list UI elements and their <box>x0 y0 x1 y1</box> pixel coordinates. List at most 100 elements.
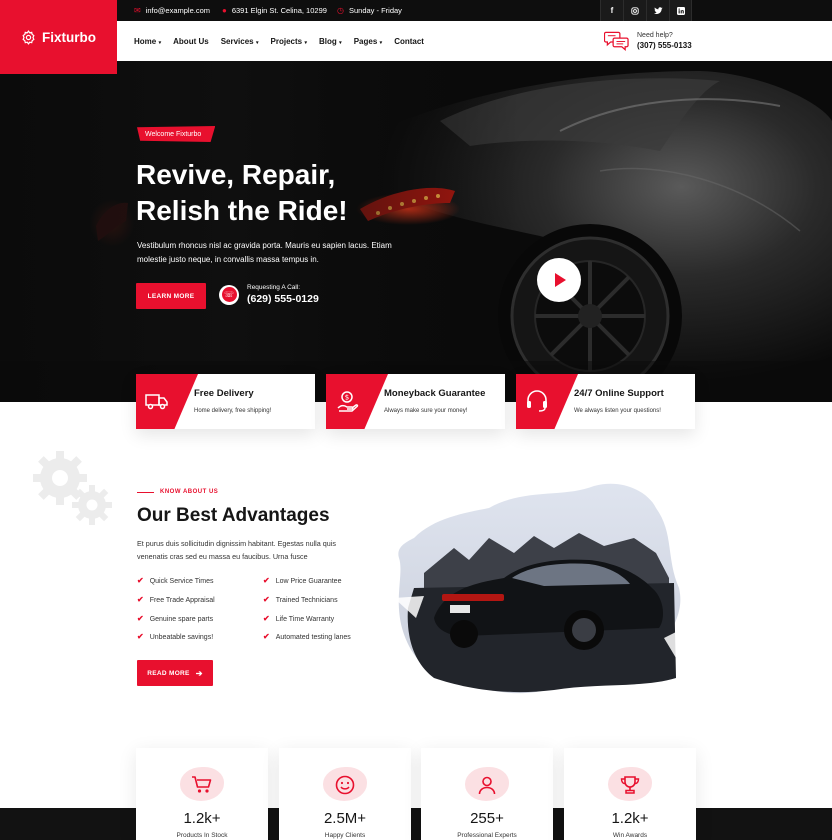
stat-card: 255+ Professional Experts <box>421 748 553 840</box>
nav-item-services-label: Services <box>220 36 254 46</box>
nav-item-blog-label: Blog <box>319 36 337 46</box>
topbar-email-text: info@example.com <box>145 6 211 15</box>
brand-name: Fixturbo <box>42 29 96 45</box>
stat-card: 1.2k+ Win Awards <box>564 748 696 840</box>
nav-item-pages[interactable]: Pages ▾ <box>354 37 382 46</box>
main-nav: Home ▾ About Us Services ▾ Projects ▾ Bl… <box>134 21 424 61</box>
play-video-button[interactable] <box>537 258 581 302</box>
nav-item-projects[interactable]: Projects ▾ <box>271 37 307 46</box>
check-item: ✔ Genuine spare parts <box>137 615 213 623</box>
nav-item-projects-label: Projects <box>270 36 303 46</box>
phone-icon: ☏ <box>221 287 237 302</box>
stat-value: 1.2k+ <box>183 810 221 827</box>
about-title: Our Best Advantages <box>137 505 330 526</box>
call-label: Requesting A Call: <box>247 284 301 291</box>
gears-decoration-icon <box>33 451 112 525</box>
gear-logo-icon <box>22 29 35 45</box>
location-pin-icon: ● <box>222 5 227 15</box>
hero-title-line2: Relish the Ride! <box>136 195 348 226</box>
stat-label: Happy Clients <box>324 832 366 839</box>
help-phone: (307) 555-0133 <box>637 41 692 50</box>
nav-item-contact[interactable]: Contact <box>394 37 424 46</box>
instagram-icon[interactable] <box>623 0 646 21</box>
check-item-label: Trained Technicians <box>275 596 338 604</box>
feature-title: Moneyback Guarantee <box>384 388 486 399</box>
double-check-icon: ✔ <box>263 576 270 585</box>
topbar-address: ● 6391 Elgin St. Celina, 10299 <box>222 0 327 21</box>
truck-icon <box>145 394 168 410</box>
headset-icon <box>527 390 547 412</box>
learn-more-button[interactable]: LEARN MORE <box>136 283 206 309</box>
facebook-icon[interactable]: f <box>600 0 623 21</box>
check-item-label: Automated testing lanes <box>275 633 351 641</box>
double-check-icon: ✔ <box>263 632 270 641</box>
feature-card: $ Moneyback Guarantee Always make sure y… <box>326 374 505 429</box>
check-item: ✔ Trained Technicians <box>263 596 338 604</box>
help-contact[interactable]: Need help? (307) 555-0133 <box>604 30 692 52</box>
check-item-label: Unbeatable savings! <box>149 633 214 641</box>
arrow-right-icon: ➔ <box>195 668 203 678</box>
brand-logo[interactable]: Fixturbo <box>0 0 117 74</box>
user-icon <box>478 776 496 795</box>
stat-card: 2.5M+ Happy Clients <box>279 748 411 840</box>
about-car-image <box>394 483 684 694</box>
feature-subtitle: We always listen your questions! <box>574 408 661 414</box>
mail-icon: ✉ <box>134 5 141 15</box>
feature-subtitle: Always make sure your money! <box>384 408 468 414</box>
chevron-down-icon: ▾ <box>303 39 308 46</box>
clock-icon: ◷ <box>337 5 344 15</box>
double-check-icon: ✔ <box>263 614 270 623</box>
feature-card: 24/7 Online Support We always listen you… <box>516 374 695 429</box>
check-item-label: Genuine spare parts <box>149 615 214 623</box>
kicker-text: KNOW ABOUT US <box>160 489 219 495</box>
nav-item-about[interactable]: About Us <box>173 37 209 46</box>
check-item-label: Free Trade Appraisal <box>149 596 215 604</box>
check-item: ✔ Quick Service Times <box>137 577 214 585</box>
nav-item-home[interactable]: Home ▾ <box>134 37 161 46</box>
stat-label: Professional Experts <box>457 832 517 839</box>
about-description: Et purus duis sollicitudin dignissim hab… <box>137 539 336 561</box>
double-check-icon: ✔ <box>137 595 144 604</box>
help-label: Need help? <box>637 32 673 39</box>
topbar-address-text: 6391 Elgin St. Celina, 10299 <box>231 6 327 15</box>
play-icon <box>555 273 566 287</box>
twitter-icon[interactable] <box>646 0 669 21</box>
stat-value: 255+ <box>470 810 504 827</box>
check-item-label: Low Price Guarantee <box>275 577 342 585</box>
double-check-icon: ✔ <box>137 576 144 585</box>
section-kicker: KNOW ABOUT US <box>137 489 218 495</box>
chevron-down-icon: ▾ <box>337 39 342 46</box>
double-check-icon: ✔ <box>263 595 270 604</box>
read-more-label: READ MORE <box>147 669 190 677</box>
topbar-hours-text: Sunday - Friday <box>348 6 402 15</box>
hero-description: Vestibulum rhoncus nisl ac gravida porta… <box>137 241 392 264</box>
double-check-icon: ✔ <box>137 632 144 641</box>
chevron-down-icon: ▾ <box>157 39 162 46</box>
stat-card: 1.2k+ Products In Stock <box>136 748 268 840</box>
linkedin-icon[interactable] <box>669 0 692 21</box>
feature-title: Free Delivery <box>194 388 254 399</box>
topbar-hours: ◷ Sunday - Friday <box>337 0 402 21</box>
smiley-icon <box>335 775 355 795</box>
footer-strip <box>0 808 832 840</box>
stat-label: Products In Stock <box>176 832 228 839</box>
hero-title: Revive, Repair, Relish the Ride! <box>136 157 426 229</box>
nav-item-services[interactable]: Services ▾ <box>221 37 259 46</box>
money-hand-icon: $ <box>337 391 359 412</box>
hero-car-image <box>0 61 832 402</box>
kicker-line <box>137 491 154 493</box>
request-call[interactable]: ☏ Requesting A Call: (629) 555-0129 <box>219 284 319 305</box>
feature-title: 24/7 Online Support <box>574 388 664 399</box>
nav-item-pages-label: Pages <box>353 36 378 46</box>
nav-item-blog[interactable]: Blog ▾ <box>319 37 342 46</box>
topbar-email[interactable]: ✉ info@example.com <box>134 0 210 21</box>
feature-subtitle: Home delivery, free shipping! <box>194 408 272 414</box>
top-bar: ✉ info@example.com ● 6391 Elgin St. Celi… <box>0 0 832 21</box>
read-more-button[interactable]: READ MORE ➔ <box>137 660 213 686</box>
check-item-label: Quick Service Times <box>149 577 214 585</box>
trophy-icon <box>620 776 640 794</box>
hero-badge: Welcome Fixturbo <box>137 126 216 142</box>
chevron-down-icon: ▾ <box>254 39 259 46</box>
nav-item-home-label: Home <box>134 36 157 46</box>
check-item: ✔ Unbeatable savings! <box>137 633 213 641</box>
